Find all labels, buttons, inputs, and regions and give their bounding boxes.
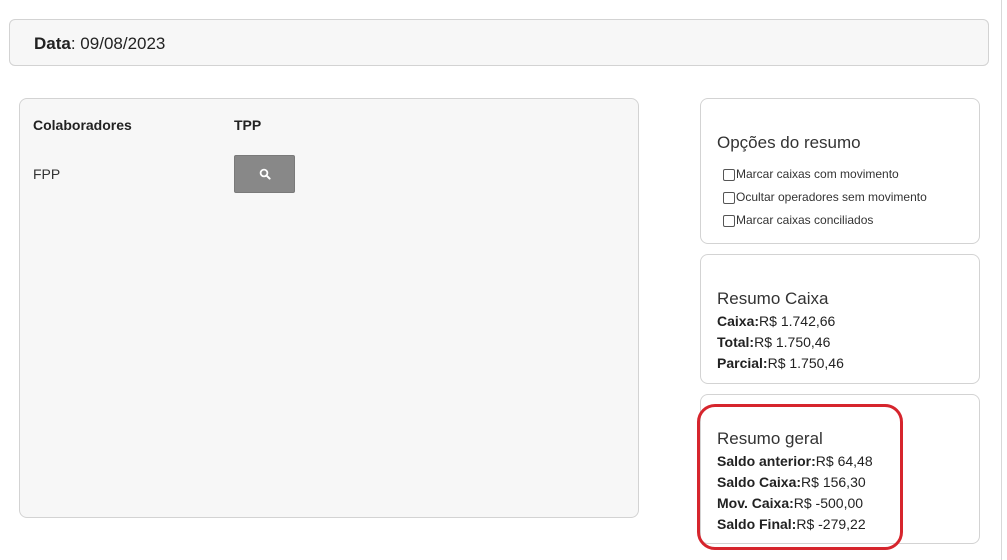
page-edge xyxy=(1001,0,1002,560)
column-header-tpp: TPP xyxy=(234,117,262,133)
summary-line-total: Total:R$ 1.750,46 xyxy=(717,334,830,350)
option-ocultar-operadores[interactable]: Ocultar operadores sem movimento xyxy=(723,189,927,204)
summary-line-caixa: Caixa:R$ 1.742,66 xyxy=(717,313,835,329)
resumo-caixa-card: Resumo Caixa Caixa:R$ 1.742,66 Total:R$ … xyxy=(700,254,980,384)
summary-value: R$ 1.742,66 xyxy=(759,313,836,329)
checkbox[interactable] xyxy=(723,215,735,227)
checkbox[interactable] xyxy=(723,192,735,204)
resumo-geral-title: Resumo geral xyxy=(717,429,823,448)
summary-line-parcial: Parcial:R$ 1.750,46 xyxy=(717,355,844,371)
summary-value: R$ 1.750,46 xyxy=(767,355,844,371)
summary-line-saldo-final: Saldo Final:R$ -279,22 xyxy=(717,516,866,532)
option-marcar-caixas-com-movimento[interactable]: Marcar caixas com movimento xyxy=(723,166,899,181)
options-title: Opções do resumo xyxy=(717,133,861,152)
checkbox[interactable] xyxy=(723,169,735,181)
summary-label: Mov. Caixa: xyxy=(717,495,794,511)
option-marcar-caixas-conciliados[interactable]: Marcar caixas conciliados xyxy=(723,212,873,227)
collaborator-name: FPP xyxy=(33,166,61,182)
date-label: Data xyxy=(34,34,71,53)
resumo-caixa-title: Resumo Caixa xyxy=(717,289,829,308)
summary-value: R$ 156,30 xyxy=(801,474,866,490)
date-value: : 09/08/2023 xyxy=(70,34,166,53)
column-header-colaboradores: Colaboradores xyxy=(33,117,132,133)
date-display: Data: 09/08/2023 xyxy=(34,34,165,54)
option-label: Marcar caixas conciliados xyxy=(736,212,874,227)
summary-line-saldo-anterior: Saldo anterior:R$ 64,48 xyxy=(717,453,873,469)
summary-label: Saldo Caixa: xyxy=(717,474,802,490)
option-label: Marcar caixas com movimento xyxy=(736,166,899,181)
search-icon xyxy=(259,168,271,180)
summary-label: Caixa: xyxy=(717,313,760,329)
summary-label: Parcial: xyxy=(717,355,768,371)
date-bar: Data: 09/08/2023 xyxy=(9,19,989,66)
summary-label: Saldo anterior: xyxy=(717,453,816,469)
summary-label: Total: xyxy=(717,334,755,350)
summary-value: R$ 64,48 xyxy=(815,453,873,469)
summary-value: R$ 1.750,46 xyxy=(754,334,831,350)
search-button[interactable] xyxy=(234,155,295,193)
summary-label: Saldo Final: xyxy=(717,516,797,532)
options-card: Opções do resumo Marcar caixas com movim… xyxy=(700,98,980,244)
resumo-geral-card: Resumo geral Saldo anterior:R$ 64,48 Sal… xyxy=(700,394,980,544)
summary-value: R$ -500,00 xyxy=(793,495,864,511)
collaborators-panel: Colaboradores TPP FPP xyxy=(19,98,639,518)
summary-line-saldo-caixa: Saldo Caixa:R$ 156,30 xyxy=(717,474,866,490)
option-label: Ocultar operadores sem movimento xyxy=(736,189,927,204)
summary-line-mov-caixa: Mov. Caixa:R$ -500,00 xyxy=(717,495,863,511)
summary-value: R$ -279,22 xyxy=(796,516,866,532)
